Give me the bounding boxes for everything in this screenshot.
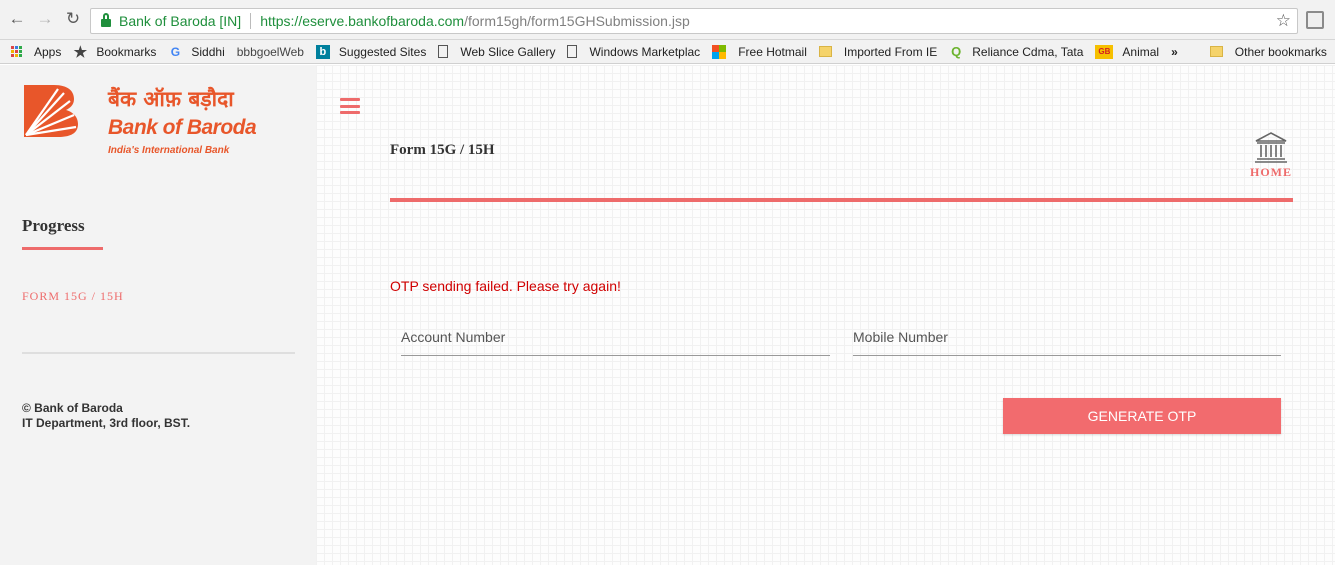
- main-panel: [316, 65, 1335, 565]
- secure-site-label: Bank of Baroda [IN]: [119, 13, 242, 29]
- otp-error-message: OTP sending failed. Please try again!: [390, 278, 621, 294]
- logo-name-text: Bank of Baroda: [108, 116, 257, 139]
- progress-underline: [22, 247, 103, 250]
- forward-arrow-icon[interactable]: →: [34, 8, 56, 30]
- form-title: Form 15G / 15H: [390, 142, 495, 158]
- gb-icon: GB: [1095, 44, 1114, 59]
- bookmark-bookmarks[interactable]: ★ Bookmarks: [73, 43, 157, 61]
- bank-building-icon: [1255, 132, 1287, 163]
- reload-icon[interactable]: ↻: [62, 8, 84, 30]
- bookmark-windows-marketplace[interactable]: Windows Marketplac: [567, 45, 700, 59]
- bookmark-other[interactable]: Other bookmarks: [1209, 45, 1327, 59]
- home-button[interactable]: HOME: [1248, 131, 1294, 180]
- address-bar[interactable]: Bank of Baroda [IN] https://eserve.banko…: [90, 8, 1298, 34]
- windows-logo-icon: [712, 44, 727, 59]
- logo-tagline: India's International Bank: [108, 145, 230, 156]
- q-icon: Q: [951, 44, 962, 59]
- browser-toolbar: ← → ↻ Bank of Baroda [IN] https://eserve…: [0, 0, 1335, 40]
- bookmark-web-slice[interactable]: Web Slice Gallery: [438, 45, 555, 59]
- bing-icon: b: [315, 44, 330, 59]
- bookmark-siddhi[interactable]: G Siddhi: [168, 44, 225, 59]
- bookmark-reliance[interactable]: Q Reliance Cdma, Tata: [949, 44, 1083, 59]
- bookmark-star-icon[interactable]: ☆: [1276, 11, 1291, 31]
- bookmarks-bar: Apps ★ Bookmarks G Siddhi bbbgoelWeb b Sugg…: [0, 40, 1335, 64]
- mobile-number-input[interactable]: [853, 319, 1281, 356]
- home-label: HOME: [1250, 165, 1292, 179]
- bank-logo[interactable]: बैंक ऑफ़ बड़ौदा Bank of Baroda India's I…: [18, 83, 258, 163]
- footer-copyright: © Bank of Baroda: [22, 401, 123, 415]
- apps-grid-icon: [11, 45, 22, 58]
- extension-icon[interactable]: [1306, 11, 1324, 29]
- page-content: बैंक ऑफ़ बड़ौदा Bank of Baroda India's I…: [0, 65, 1335, 565]
- bookmarks-overflow[interactable]: »: [1171, 45, 1178, 59]
- bookmark-bbbgoel[interactable]: bbbgoelWeb: [237, 45, 304, 59]
- logo-hindi-text: बैंक ऑफ़ बड़ौदा: [108, 87, 234, 111]
- url-path: /form15gh/form15GHSubmission.jsp: [464, 13, 690, 29]
- page-icon: [438, 45, 449, 58]
- generate-otp-button[interactable]: GENERATE OTP: [1003, 398, 1281, 434]
- folder-icon: [1209, 46, 1223, 57]
- bookmark-animal[interactable]: GB Animal: [1095, 44, 1159, 59]
- bookmark-suggested-sites[interactable]: b Suggested Sites: [315, 44, 426, 59]
- lock-icon: [101, 13, 111, 27]
- account-number-input[interactable]: [401, 319, 830, 356]
- sidebar-footer: © Bank of Baroda IT Department, 3rd floo…: [22, 401, 190, 431]
- bank-of-baroda-logo-icon: [24, 85, 78, 137]
- bookmark-hotmail[interactable]: Free Hotmail: [712, 44, 807, 59]
- progress-step-form15gh[interactable]: FORM 15G / 15H: [22, 289, 124, 304]
- progress-title: Progress: [22, 216, 85, 235]
- back-arrow-icon[interactable]: ←: [6, 8, 28, 30]
- bookmark-apps[interactable]: Apps: [34, 45, 61, 59]
- bookmark-imported[interactable]: Imported From IE: [818, 45, 937, 59]
- google-icon: G: [170, 44, 181, 59]
- page-icon: [567, 45, 578, 58]
- url-host: https://eserve.bankofbaroda.com: [260, 13, 465, 29]
- star-icon: ★: [73, 43, 88, 61]
- sidebar-divider: [22, 352, 295, 354]
- footer-address: IT Department, 3rd floor, BST.: [22, 416, 191, 430]
- sidebar: बैंक ऑफ़ बड़ौदा Bank of Baroda India's I…: [0, 65, 316, 565]
- form-header-divider: [390, 198, 1293, 202]
- folder-icon: [818, 46, 832, 57]
- hamburger-menu-icon[interactable]: [340, 98, 360, 114]
